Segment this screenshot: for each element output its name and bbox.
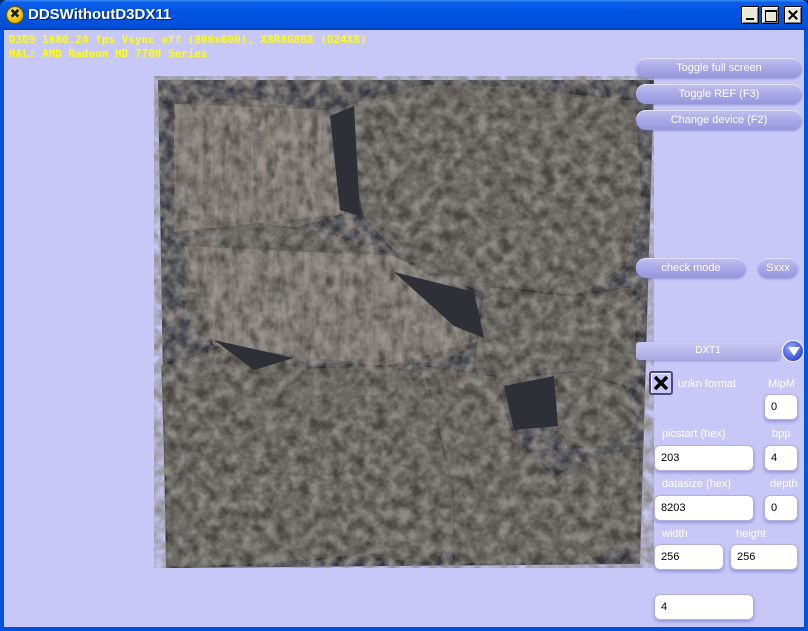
- client-area: D3D9 1680.24 fps Vsync off (800x600), X8…: [4, 30, 804, 627]
- datasize-field[interactable]: [654, 495, 754, 521]
- app-icon: ✖: [6, 6, 24, 24]
- unkn-format-checkbox[interactable]: [649, 371, 673, 395]
- window-border-right: [804, 30, 808, 631]
- datasize-label: datasize (hex): [662, 478, 732, 490]
- window-border-bottom: [0, 627, 808, 631]
- dropdown-toggle[interactable]: [782, 340, 804, 362]
- mipm-label: MipM: [768, 378, 795, 390]
- height-field[interactable]: [730, 544, 798, 570]
- toggle-full-screen-button[interactable]: Toggle full screen: [636, 58, 802, 78]
- texture-viewport: [154, 76, 654, 572]
- picstart-field[interactable]: [654, 445, 754, 471]
- mipm-field[interactable]: [764, 394, 798, 420]
- check-x-icon: [653, 375, 669, 391]
- title-bar[interactable]: ✖ DDSWithoutD3DX11: [0, 0, 808, 30]
- close-button[interactable]: [784, 6, 802, 24]
- height-label: height: [736, 528, 766, 540]
- bpp-label: bpp: [772, 428, 791, 440]
- stats-line-device: D3D9 1680.24 fps Vsync off (800x600), X8…: [9, 33, 367, 46]
- chevron-down-icon: [788, 347, 800, 356]
- minimize-button[interactable]: [741, 6, 759, 24]
- width-label: width: [662, 528, 688, 540]
- unkn-format-label: unkn format: [678, 378, 737, 390]
- depth-label: depth: [770, 478, 798, 490]
- toggle-ref-button[interactable]: Toggle REF (F3): [636, 84, 802, 104]
- change-device-button[interactable]: Change device (F2): [636, 110, 802, 130]
- picstart-label: picstart (hex): [662, 428, 726, 440]
- dds-texture-render: [154, 76, 654, 569]
- window-title: DDSWithoutD3DX11: [28, 6, 172, 23]
- sxxx-button[interactable]: Sxxx: [758, 258, 798, 278]
- extra-value-field[interactable]: [654, 594, 754, 620]
- depth-field[interactable]: [764, 495, 798, 521]
- format-dropdown[interactable]: DXT1: [636, 342, 780, 360]
- maximize-button[interactable]: [761, 6, 779, 24]
- check-mode-button[interactable]: check mode: [636, 258, 746, 278]
- width-field[interactable]: [654, 544, 724, 570]
- bpp-field[interactable]: [764, 445, 798, 471]
- stats-line-adapter: HAL: AMD Radeon HD 7700 Series: [9, 47, 208, 60]
